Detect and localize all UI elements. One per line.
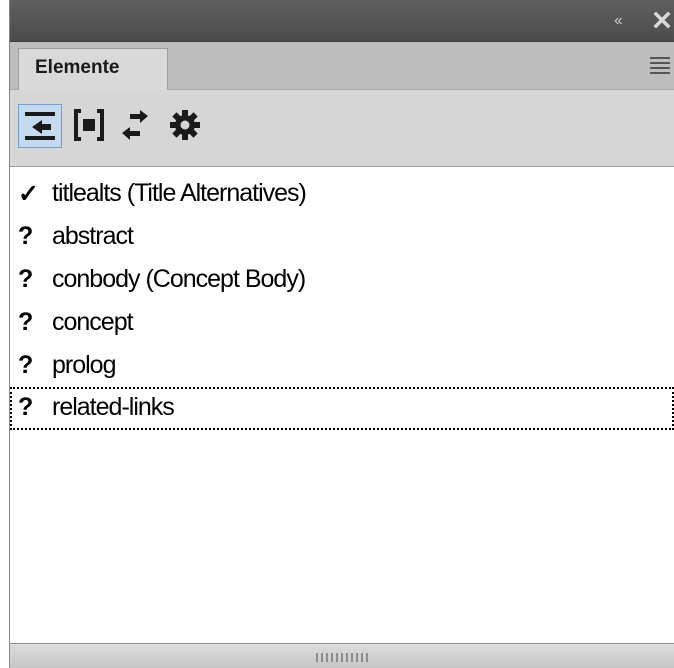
wrap-element-icon: [74, 109, 104, 141]
list-item[interactable]: ✓ titlealts (Title Alternatives): [10, 173, 674, 216]
unknown-question-icon: ?: [18, 265, 33, 293]
change-element-button[interactable]: [114, 104, 158, 148]
panel-bottom-bar: [10, 643, 674, 668]
resize-grip[interactable]: [316, 653, 370, 662]
collapse-panel-button[interactable]: ‹‹: [614, 13, 623, 29]
unknown-question-icon: ?: [18, 308, 33, 336]
list-item-focused[interactable]: ? related-links: [10, 387, 674, 430]
close-icon[interactable]: [652, 10, 672, 30]
element-label: related-links: [52, 393, 175, 421]
settings-button[interactable]: [164, 104, 208, 148]
unknown-question-icon: ?: [18, 351, 33, 379]
settings-gear-icon: [170, 110, 200, 140]
unknown-question-icon: ?: [18, 222, 33, 250]
list-item[interactable]: ? concept: [10, 302, 674, 345]
element-label: conbody (Concept Body): [52, 265, 306, 293]
change-element-icon: [122, 110, 148, 140]
panel-menu-icon[interactable]: [650, 57, 670, 74]
list-item[interactable]: ? abstract: [10, 216, 674, 259]
tab-strip: Elemente: [10, 42, 674, 90]
element-label: prolog: [52, 351, 116, 379]
panel-left-edge: [0, 0, 10, 668]
list-item[interactable]: ? prolog: [10, 345, 674, 388]
wrap-element-button[interactable]: [68, 104, 112, 148]
insert-element-icon: [25, 112, 55, 140]
tab-elemente[interactable]: Elemente: [18, 48, 168, 90]
insert-element-button[interactable]: [18, 104, 62, 148]
unknown-question-icon: ?: [18, 393, 33, 421]
element-label: concept: [52, 308, 134, 336]
panel-titlebar[interactable]: ‹‹: [10, 0, 674, 42]
element-label: titlealts (Title Alternatives): [52, 179, 307, 207]
toolbar: [10, 90, 674, 166]
element-list[interactable]: ✓ titlealts (Title Alternatives) ? abstr…: [10, 166, 674, 643]
list-item[interactable]: ? conbody (Concept Body): [10, 259, 674, 302]
elements-panel: ‹‹ Elemente ✓ titlealts (Title Alternati…: [0, 0, 674, 668]
valid-check-icon: ✓: [18, 180, 39, 208]
element-label: abstract: [52, 222, 134, 250]
